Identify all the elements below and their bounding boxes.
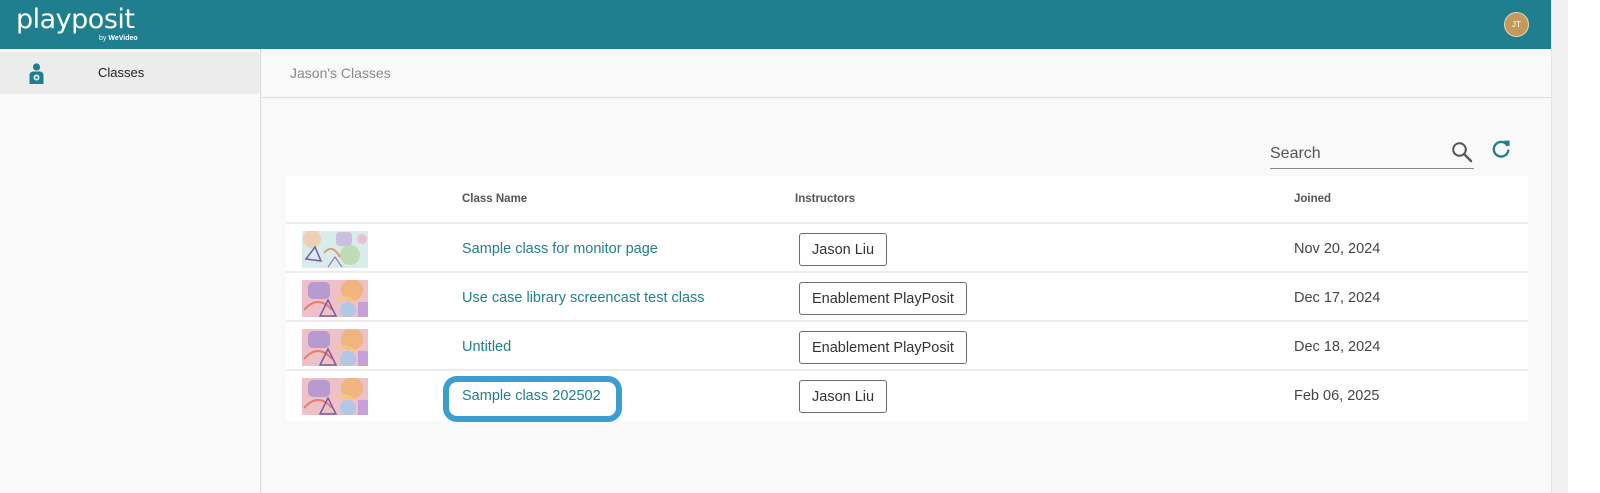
window-edge bbox=[1568, 0, 1600, 493]
column-header-joined[interactable]: Joined bbox=[1294, 193, 1331, 205]
logo-byline: by WeVideo bbox=[99, 35, 138, 43]
instructor-chip[interactable]: Jason Liu bbox=[799, 233, 888, 266]
joined-date: Feb 06, 2025 bbox=[1294, 388, 1380, 404]
joined-date: Dec 17, 2024 bbox=[1294, 290, 1381, 306]
column-header-instructors[interactable]: Instructors bbox=[795, 193, 855, 205]
classes-table: Class Name Instructors Joined Sample cla… bbox=[286, 176, 1528, 422]
class-thumbnail[interactable] bbox=[302, 280, 368, 317]
main-content: Jason's Classes Class Name Instructors J… bbox=[262, 49, 1551, 493]
class-thumbnail[interactable] bbox=[302, 329, 368, 366]
search-box bbox=[1270, 137, 1474, 169]
joined-date: Dec 18, 2024 bbox=[1294, 339, 1381, 355]
table-header: Class Name Instructors Joined bbox=[286, 176, 1528, 224]
search-icon[interactable] bbox=[1451, 141, 1473, 163]
sidebar-item-classes[interactable]: Classes bbox=[0, 52, 260, 94]
page-title: Jason's Classes bbox=[290, 65, 391, 81]
class-name-link[interactable]: Untitled bbox=[462, 339, 511, 355]
refresh-icon[interactable] bbox=[1490, 138, 1512, 160]
instructor-chip[interactable]: Enablement PlayPosit bbox=[799, 331, 967, 364]
table-row[interactable]: Use case library screencast test class E… bbox=[286, 274, 1528, 322]
class-name-link[interactable]: Use case library screencast test class bbox=[462, 290, 705, 306]
playposit-logo[interactable]: playposit by WeVideo bbox=[16, 4, 138, 43]
top-bar: playposit by WeVideo JT bbox=[0, 0, 1551, 49]
class-thumbnail[interactable] bbox=[302, 231, 368, 268]
column-header-class-name[interactable]: Class Name bbox=[462, 193, 527, 205]
page-scrollbar[interactable] bbox=[1551, 0, 1568, 493]
class-name-link[interactable]: Sample class 202502 bbox=[462, 388, 601, 404]
table-row[interactable]: Sample class 202502 Jason Liu Feb 06, 20… bbox=[286, 372, 1528, 422]
logo-wordmark: playposit bbox=[16, 4, 135, 35]
instructor-chip[interactable]: Enablement PlayPosit bbox=[799, 282, 967, 315]
class-thumbnail[interactable] bbox=[302, 378, 368, 415]
joined-date: Nov 20, 2024 bbox=[1294, 241, 1381, 257]
user-avatar[interactable]: JT bbox=[1504, 12, 1529, 37]
sidebar-item-label: Classes bbox=[98, 65, 145, 80]
table-row[interactable]: Untitled Enablement PlayPosit Dec 18, 20… bbox=[286, 323, 1528, 371]
classes-person-icon bbox=[29, 63, 44, 84]
instructor-chip[interactable]: Jason Liu bbox=[799, 380, 888, 413]
logo-brand-text: WeVideo bbox=[108, 35, 138, 42]
avatar-initials: JT bbox=[1512, 20, 1521, 29]
page-header: Jason's Classes bbox=[262, 49, 1551, 98]
sidebar: Classes bbox=[0, 49, 261, 493]
table-row[interactable]: Sample class for monitor page Jason Liu … bbox=[286, 225, 1528, 273]
class-name-link[interactable]: Sample class for monitor page bbox=[462, 241, 658, 257]
logo-by-text: by bbox=[99, 35, 107, 42]
search-input[interactable] bbox=[1270, 143, 1445, 165]
